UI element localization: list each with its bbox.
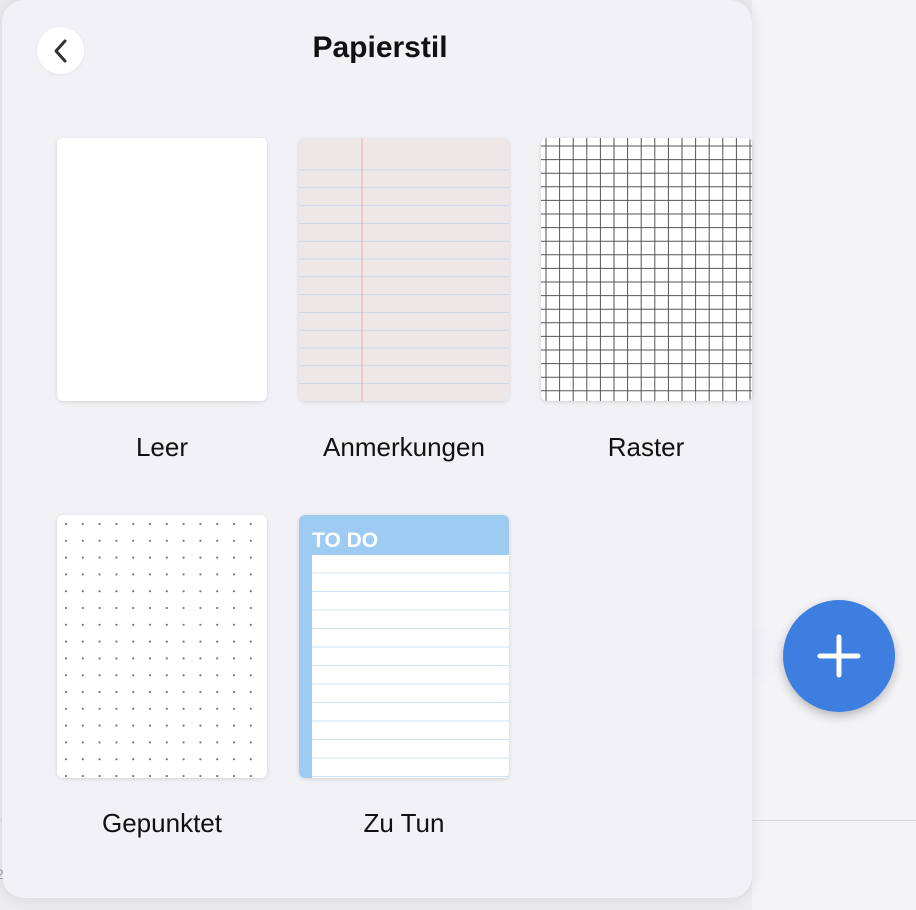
paper-option-label: Anmerkungen: [323, 432, 485, 462]
paper-style-popover: Papierstil Leer Anmerkungen Raster Gepun…: [2, 0, 752, 898]
paper-option-grid[interactable]: [541, 138, 752, 401]
edge-fragment: 2: [0, 866, 4, 882]
notes-paper-preview: [299, 138, 509, 401]
todo-paper-preview: TO DO: [299, 515, 509, 778]
grid-paper-preview: [541, 138, 752, 401]
todo-header-text: TO DO: [312, 529, 378, 552]
paper-option-label: Zu Tun: [363, 808, 445, 838]
plus-icon: [817, 634, 861, 678]
add-button[interactable]: [783, 600, 895, 712]
background-canvas: [752, 0, 916, 910]
paper-option-dotted[interactable]: [57, 515, 267, 778]
blank-paper-preview: [57, 138, 267, 401]
paper-option-todo[interactable]: TO DO: [299, 515, 509, 778]
paper-option-label: Raster: [607, 432, 685, 462]
todo-margin: [299, 555, 312, 778]
paper-option-label: Gepunktet: [102, 808, 222, 838]
divider: [752, 820, 916, 821]
paper-option-notes[interactable]: [299, 138, 509, 401]
page-title: Papierstil: [312, 31, 448, 64]
dotted-paper-preview: [57, 515, 267, 778]
paper-option-label: Leer: [135, 432, 189, 462]
paper-option-blank[interactable]: [57, 138, 267, 401]
